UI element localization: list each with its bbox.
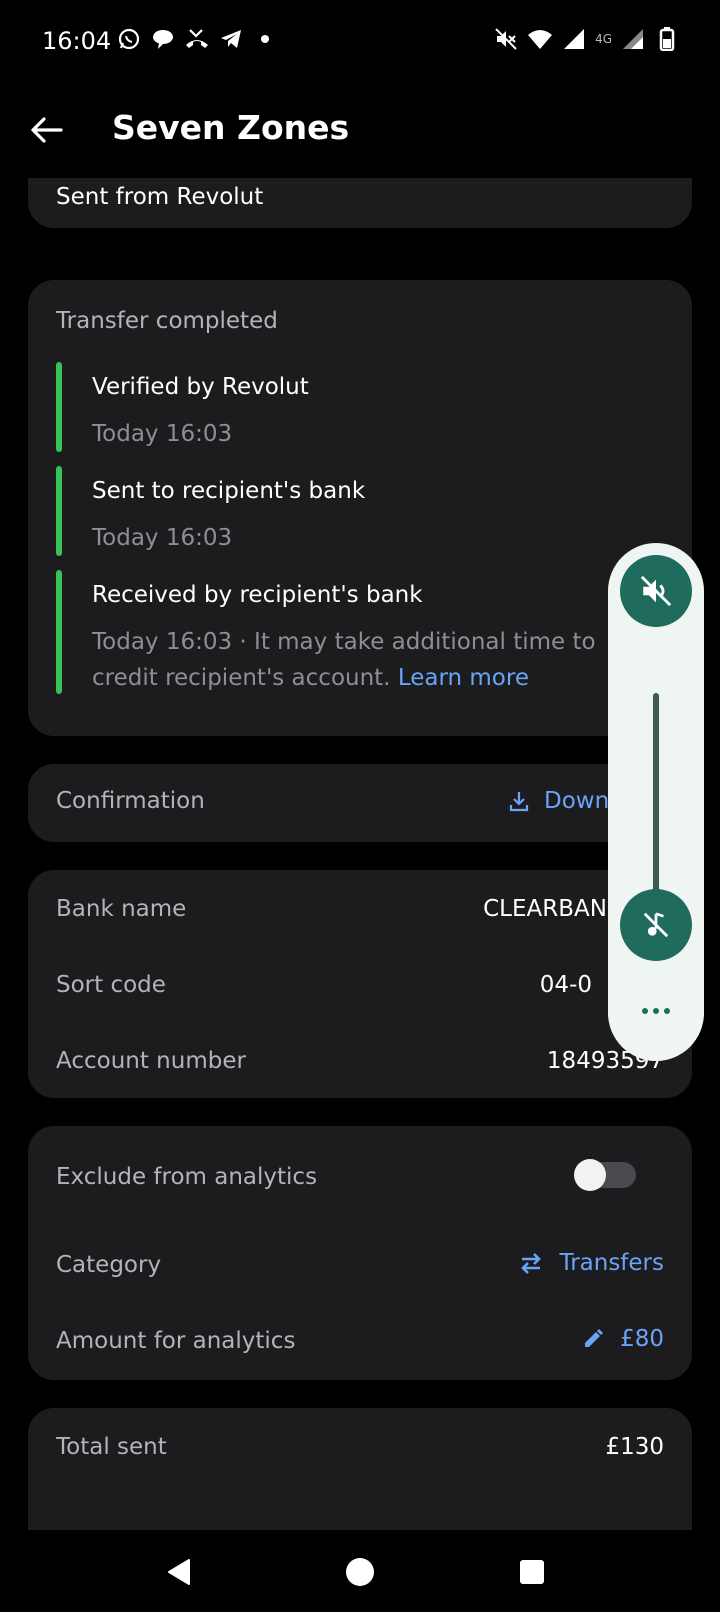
volume-panel[interactable] xyxy=(608,543,704,1061)
transfer-timeline-card: Transfer completed Verified by Revolut T… xyxy=(28,280,692,736)
status-time: 16:04 xyxy=(42,27,112,55)
volume-more-button[interactable] xyxy=(636,1001,676,1021)
battery-icon xyxy=(654,26,680,52)
back-button[interactable] xyxy=(20,104,72,156)
amount-analytics-value: £80 xyxy=(620,1326,664,1352)
timeline-step: Verified by Revolut Today 16:03 xyxy=(56,362,656,454)
category-label: Category xyxy=(56,1252,162,1278)
network-type: 4G xyxy=(595,32,612,46)
telegram-icon xyxy=(218,26,244,52)
edit-amount-button[interactable]: £80 xyxy=(582,1326,664,1352)
status-bar: 16:04 4G xyxy=(0,0,720,80)
account-number-label: Account number xyxy=(56,1048,246,1074)
volume-off-icon xyxy=(640,575,672,607)
exclude-analytics-label: Exclude from analytics xyxy=(56,1164,318,1190)
step-title: Verified by Revolut xyxy=(92,374,309,400)
ringer-mute-button[interactable] xyxy=(620,555,692,627)
step-progress-bar xyxy=(56,466,62,556)
step-time: Today 16:03 · It may take additional tim… xyxy=(92,624,652,696)
dot-icon xyxy=(252,26,278,52)
download-icon xyxy=(509,792,529,812)
system-icons: 4G xyxy=(493,26,680,52)
nav-home-button[interactable] xyxy=(330,1542,390,1602)
signal-icon xyxy=(620,26,646,52)
volume-slider-thumb[interactable] xyxy=(620,889,692,961)
step-title: Sent to recipient's bank xyxy=(92,478,366,504)
sent-from-text: Sent from Revolut xyxy=(56,184,264,210)
square-recents-icon xyxy=(520,1560,544,1584)
music-off-icon xyxy=(643,912,669,938)
total-sent-value: £130 xyxy=(605,1434,664,1460)
category-value: Transfers xyxy=(559,1250,664,1276)
step-progress-bar xyxy=(56,362,62,452)
step-progress-bar xyxy=(56,570,62,694)
arrow-left-icon xyxy=(31,117,63,143)
more-dots-icon xyxy=(664,1008,670,1014)
confirmation-card: Confirmation Down xyxy=(28,764,692,842)
system-nav-bar xyxy=(0,1530,720,1612)
circle-home-icon xyxy=(346,1558,374,1586)
step-time: Today 16:03 xyxy=(92,525,233,551)
transfer-arrows-icon xyxy=(520,1253,541,1274)
step-title: Received by recipient's bank xyxy=(92,582,423,608)
bank-details-card: Bank name CLEARBANK Sort code 04-0 Accou… xyxy=(28,870,692,1098)
pencil-icon xyxy=(585,1329,604,1347)
timeline-step: Sent to recipient's bank Today 16:03 xyxy=(56,466,656,558)
page-title: Seven Zones xyxy=(112,108,350,147)
sort-code-label: Sort code xyxy=(56,972,166,998)
download-label: Down xyxy=(544,788,610,814)
notification-icons xyxy=(116,26,278,52)
wifi-icon xyxy=(527,26,553,52)
whatsapp-icon xyxy=(116,26,142,52)
exclude-analytics-toggle[interactable] xyxy=(574,1159,636,1191)
category-button[interactable]: Transfers xyxy=(518,1250,664,1276)
bank-name-label: Bank name xyxy=(56,896,187,922)
more-dots-icon xyxy=(653,1008,659,1014)
signal-icon xyxy=(561,26,587,52)
chat-icon xyxy=(150,26,176,52)
nav-recents-button[interactable] xyxy=(502,1542,562,1602)
bank-name-value: CLEARBANK xyxy=(483,896,622,922)
more-dots-icon xyxy=(642,1008,648,1014)
mute-icon xyxy=(493,26,519,52)
missed-call-icon xyxy=(184,26,210,52)
confirmation-label: Confirmation xyxy=(56,788,205,814)
step-time: Today 16:03 xyxy=(92,421,233,447)
sort-code-value[interactable]: 04-0 xyxy=(540,972,592,998)
total-sent-label: Total sent xyxy=(56,1434,167,1460)
nav-back-button[interactable] xyxy=(150,1542,210,1602)
timeline-heading: Transfer completed xyxy=(56,308,278,334)
total-card: Total sent £130 xyxy=(28,1408,692,1530)
amount-analytics-label: Amount for analytics xyxy=(56,1328,296,1354)
download-button[interactable]: Down xyxy=(508,788,609,814)
sent-from-card: Sent from Revolut xyxy=(28,178,692,228)
app-header: Seven Zones xyxy=(0,80,720,178)
triangle-back-icon xyxy=(168,1559,190,1585)
toggle-knob xyxy=(574,1159,606,1191)
learn-more-link[interactable]: Learn more xyxy=(398,665,529,691)
analytics-card: Exclude from analytics Category Transfer… xyxy=(28,1126,692,1380)
timeline-step: Received by recipient's bank Today 16:03… xyxy=(56,570,656,696)
